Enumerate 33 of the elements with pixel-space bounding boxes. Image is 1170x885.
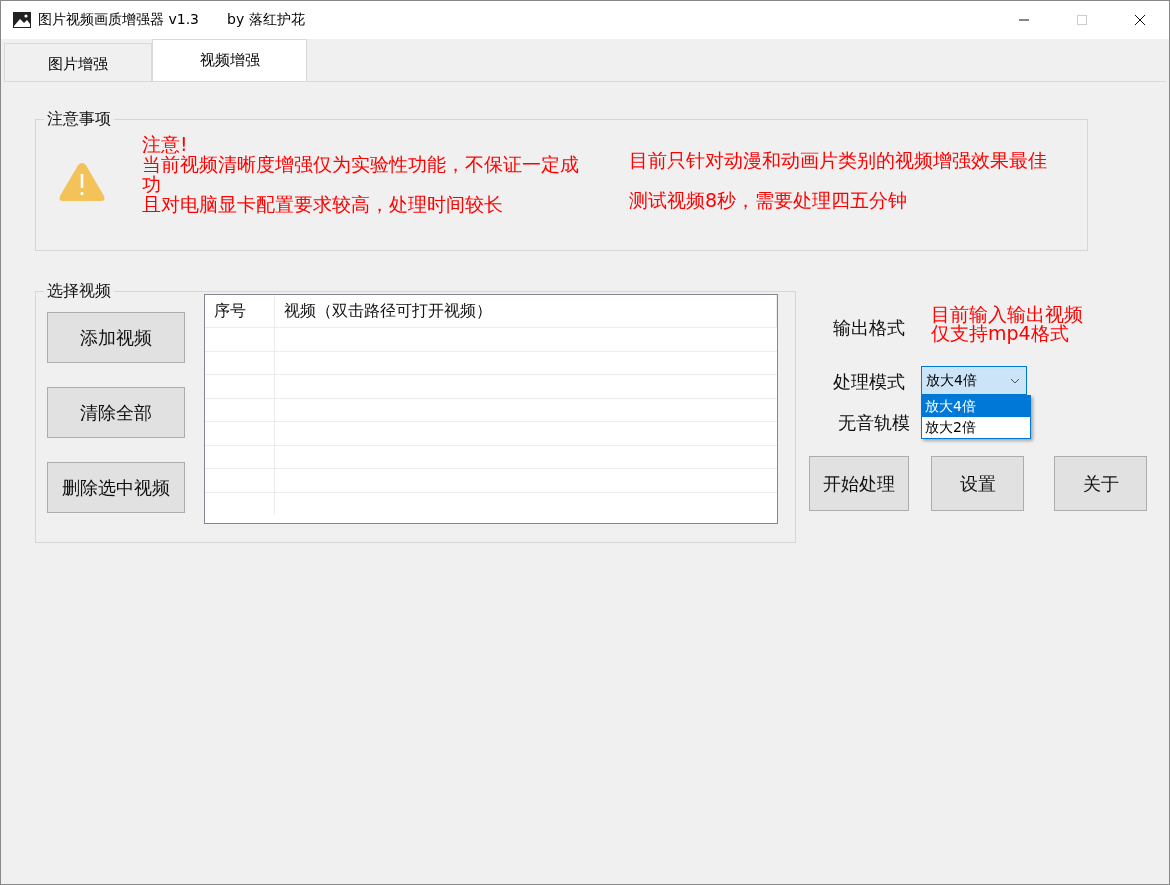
notice-text: 测试视频8秒，需要处理四五分钟 — [629, 190, 909, 210]
column-header[interactable]: 序号 — [205, 295, 275, 327]
warning-icon — [58, 160, 106, 204]
close-icon — [1134, 14, 1146, 26]
action-button[interactable]: 开始处理 — [809, 456, 909, 511]
format-note: 仅支持mp4格式 — [931, 324, 1069, 343]
action-button[interactable]: 添加视频 — [47, 312, 185, 363]
chevron-icon — [1010, 377, 1020, 384]
maximize-icon — [1076, 14, 1088, 26]
tab[interactable]: 视频增强 — [152, 39, 307, 81]
action-button[interactable]: 删除选中视频 — [47, 462, 185, 513]
action-button[interactable]: 设置 — [931, 456, 1024, 511]
action-button[interactable]: 关于 — [1054, 456, 1147, 511]
action-button[interactable]: 清除全部 — [47, 387, 185, 438]
field-label: 处理模式 — [833, 370, 905, 394]
notice-text: 目前只针对动漫和动画片类别的视频增强效果最佳 — [629, 150, 1047, 170]
group-title: 注意事项 — [44, 109, 114, 129]
warning-text: 且对电脑显卡配置要求较高，处理时间较长 — [142, 194, 504, 214]
warning-text: 当前视频清晰度增强仅为实验性功能，不保证一定成功 — [142, 154, 580, 194]
window-title: 图片视频画质增强器 v1.3 — [38, 11, 199, 29]
window-author: by 落红护花 — [227, 11, 305, 29]
column-header[interactable]: 视频（双击路径可打开视频） — [275, 295, 777, 327]
warning-text: 注意! — [142, 134, 189, 154]
tab[interactable]: 图片增强 — [4, 43, 152, 81]
dropdown-option[interactable]: 放大2倍 — [922, 417, 1030, 438]
format-note: 目前输入输出视频 — [931, 305, 1083, 324]
field-label: 无音轨模 — [838, 411, 910, 435]
video-table[interactable]: 序号 视频（双击路径可打开视频） — [204, 294, 778, 524]
mode-dropdown[interactable]: 放大4倍 — [921, 366, 1027, 395]
app-icon — [12, 10, 32, 30]
field-label: 输出格式 — [833, 316, 905, 340]
group-title: 选择视频 — [44, 281, 114, 301]
dropdown-option[interactable]: 放大4倍 — [922, 396, 1030, 417]
